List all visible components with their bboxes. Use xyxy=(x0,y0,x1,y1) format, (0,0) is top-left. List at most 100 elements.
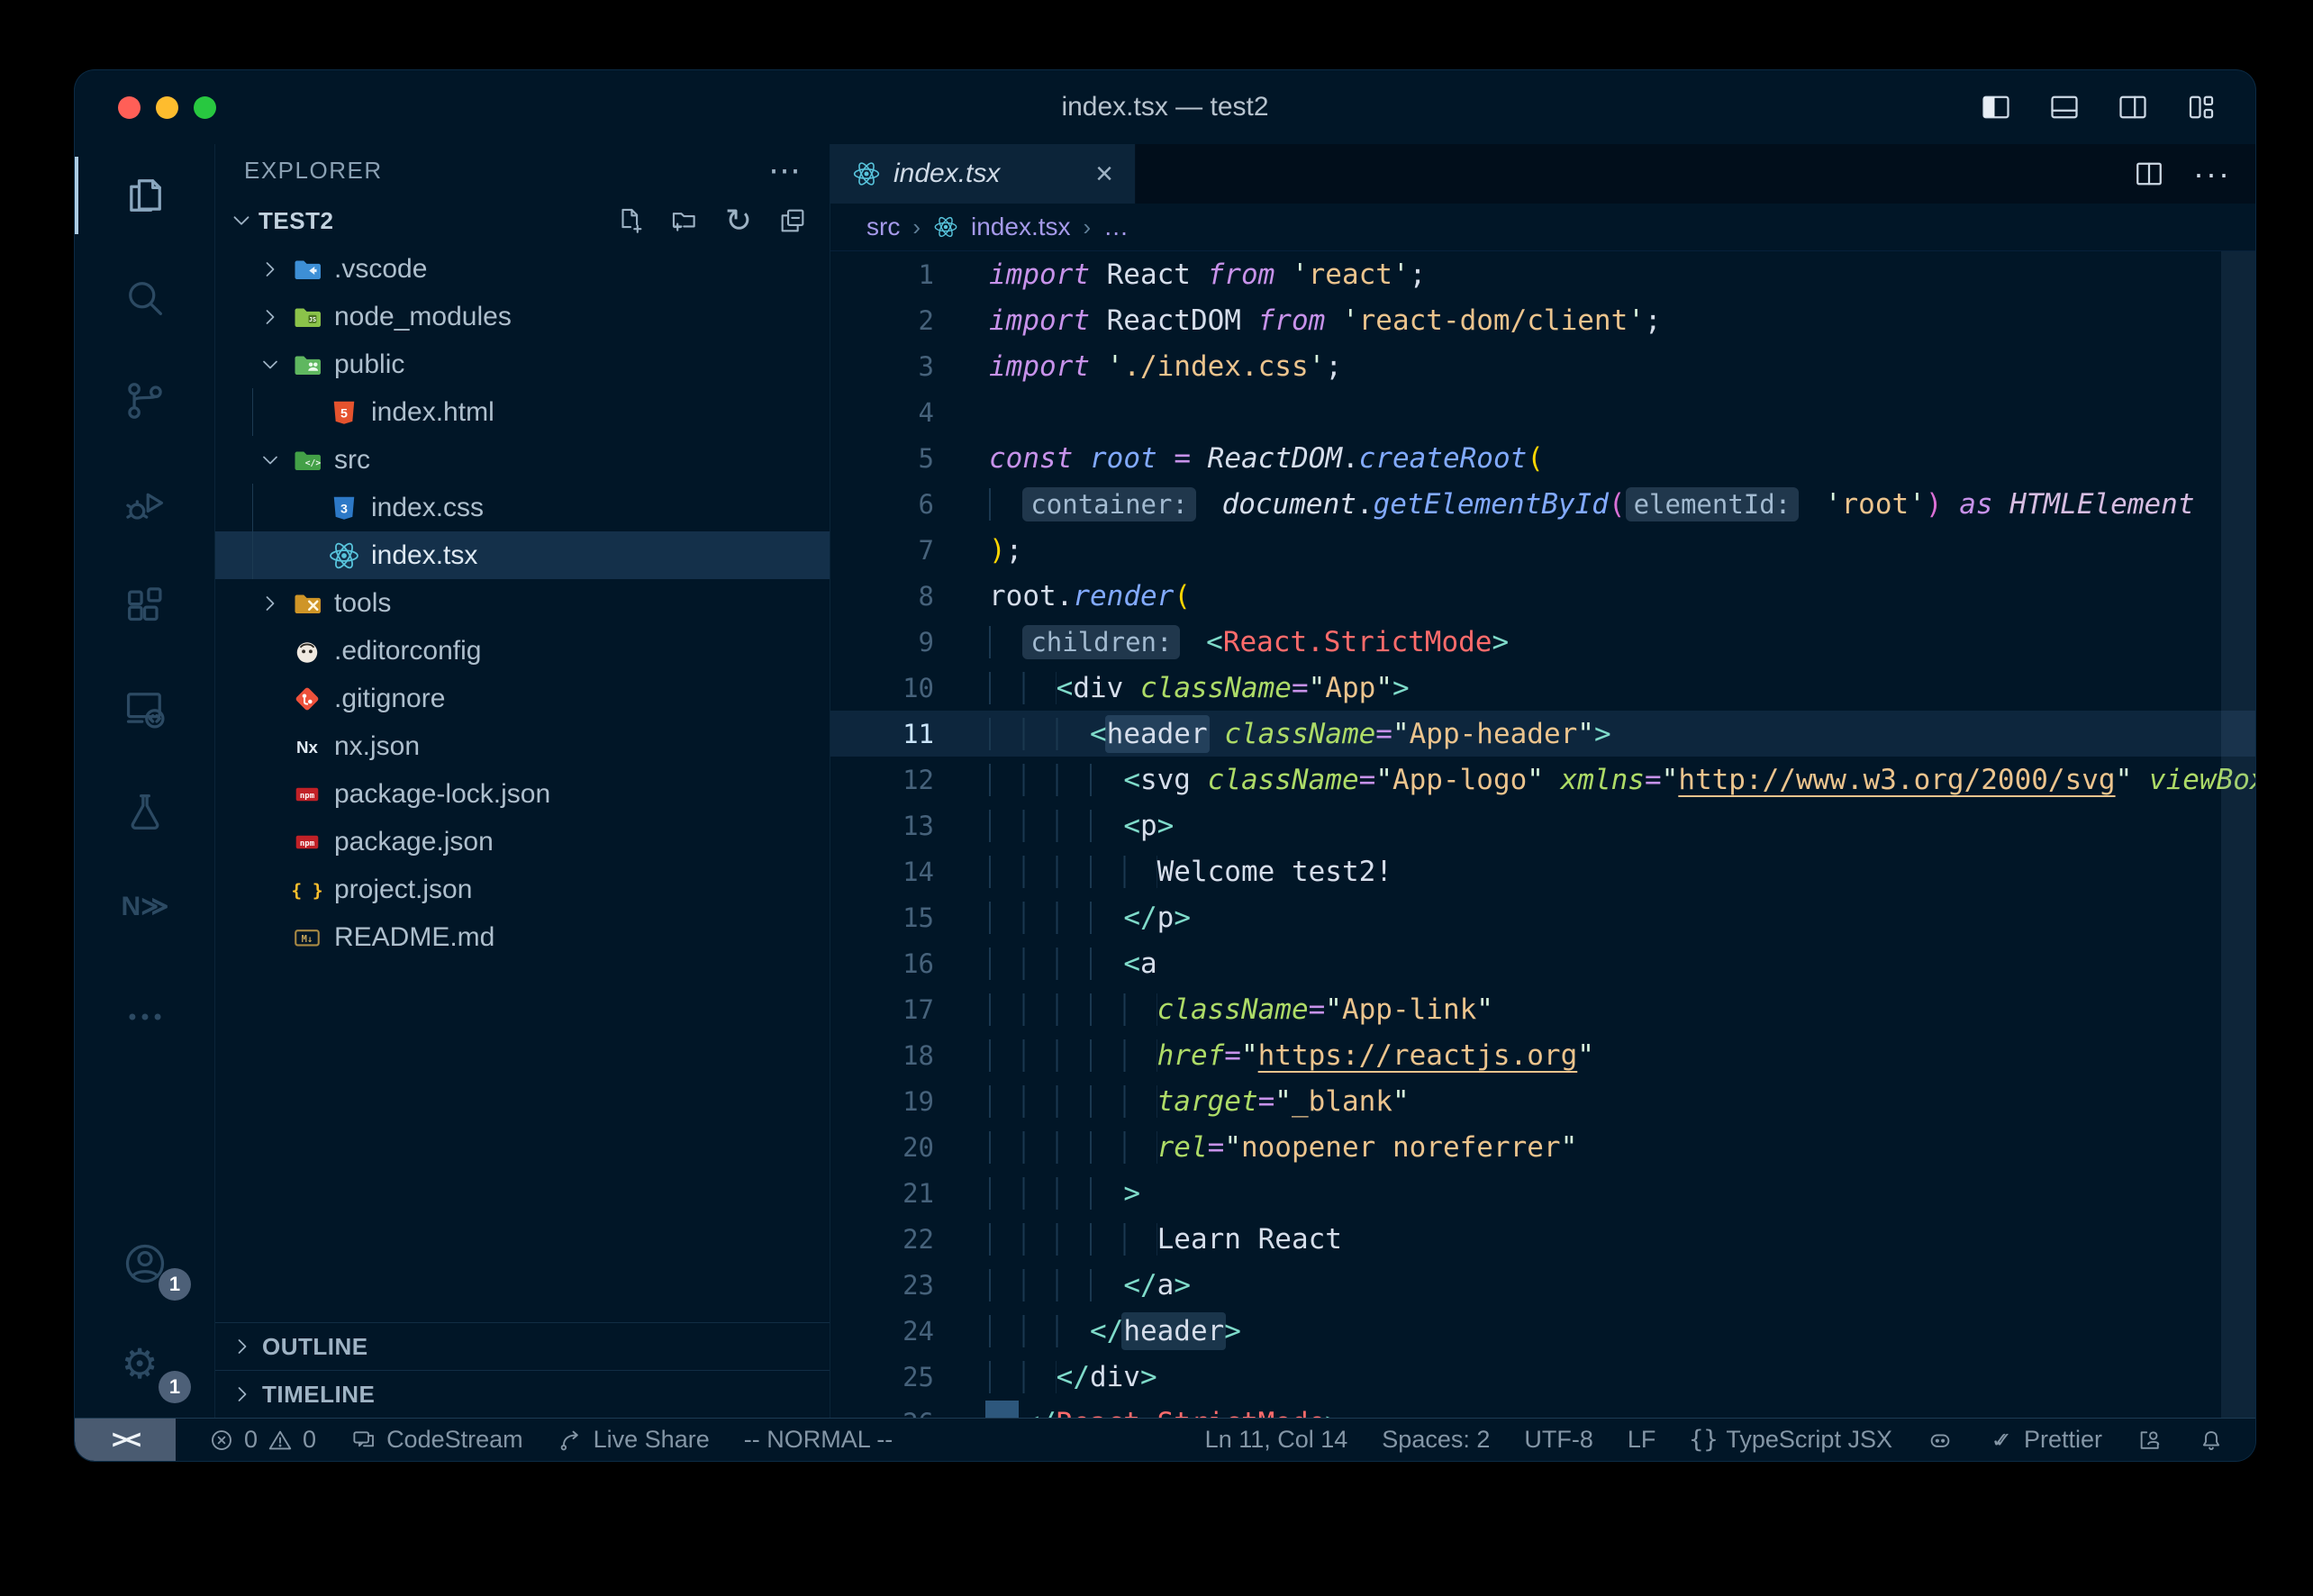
line-number: 4 xyxy=(830,397,934,428)
section-outline[interactable]: OUTLINE xyxy=(215,1322,830,1370)
activitybar-testing[interactable] xyxy=(75,760,214,863)
line-number: 21 xyxy=(830,1178,934,1209)
code-line-5[interactable]: 5const root = ReactDOM.createRoot( xyxy=(830,435,2255,481)
tree-item-node-modules[interactable]: JSnode_modules xyxy=(215,293,830,340)
collapse-all-icon[interactable] xyxy=(777,205,808,236)
activitybar-additional-views[interactable] xyxy=(75,966,214,1068)
remote-window-icon xyxy=(122,685,168,732)
tree-item--gitignore[interactable]: .gitignore xyxy=(215,675,830,722)
code-line-20[interactable]: 20 rel="noopener noreferrer" xyxy=(830,1124,2255,1170)
editor-scrollbar[interactable] xyxy=(2221,251,2255,1418)
line-number: 23 xyxy=(830,1270,934,1301)
code-line-24[interactable]: 24 </header> xyxy=(830,1308,2255,1354)
code-line-8[interactable]: 8root.render( xyxy=(830,573,2255,619)
line-number: 12 xyxy=(830,765,934,795)
breadcrumb-item[interactable]: src xyxy=(866,213,900,241)
code-line-26[interactable]: 26 </React.StrictMode> xyxy=(830,1400,2255,1418)
code-line-1[interactable]: 1import React from 'react'; xyxy=(830,251,2255,297)
toggle-panel-icon[interactable] xyxy=(2046,91,2082,123)
tree-item-nx-json[interactable]: Nxnx.json xyxy=(215,722,830,770)
titlebar[interactable]: index.tsx — test2 xyxy=(75,70,2255,144)
new-file-icon[interactable] xyxy=(615,205,646,236)
new-folder-icon[interactable] xyxy=(669,205,700,236)
status-encoding[interactable]: UTF-8 xyxy=(1524,1426,1593,1454)
status-vim-mode[interactable]: -- NORMAL -- xyxy=(744,1426,893,1454)
activitybar-extensions[interactable] xyxy=(75,555,214,657)
sidebar-more-icon[interactable]: ⋯ xyxy=(768,161,803,179)
code-line-25[interactable]: 25 </div> xyxy=(830,1354,2255,1400)
code-area[interactable]: 1import React from 'react';2import React… xyxy=(830,251,2255,1418)
status-copilot[interactable] xyxy=(1927,1427,1954,1454)
code-line-11[interactable]: 11 <header className="App-header"> xyxy=(830,711,2255,757)
tree-item-package-json[interactable]: npmpackage.json xyxy=(215,818,830,866)
code-line-10[interactable]: 10 <div className="App"> xyxy=(830,665,2255,711)
status-codestream[interactable]: CodeStream xyxy=(350,1426,523,1454)
activitybar-settings[interactable]: ⚙1 xyxy=(75,1315,214,1418)
activitybar-source-control[interactable] xyxy=(75,349,214,452)
code-text: </p> xyxy=(934,902,1191,934)
tree-item-readme-md[interactable]: M↓README.md xyxy=(215,913,830,961)
tree-item-index-tsx[interactable]: index.tsx xyxy=(215,531,830,579)
code-line-18[interactable]: 18 href="https://reactjs.org" xyxy=(830,1032,2255,1078)
code-line-23[interactable]: 23 </a> xyxy=(830,1262,2255,1308)
section-timeline[interactable]: TIMELINE xyxy=(215,1370,830,1418)
status-prettier[interactable]: ✓✓Prettier xyxy=(1988,1426,2102,1454)
status-cursor-position[interactable]: Ln 11, Col 14 xyxy=(1205,1426,1348,1454)
status-problems[interactable]: 00 xyxy=(208,1426,316,1454)
code-line-7[interactable]: 7); xyxy=(830,527,2255,573)
tree-item--vscode[interactable]: .vscode xyxy=(215,245,830,293)
code-line-17[interactable]: 17 className="App-link" xyxy=(830,986,2255,1032)
line-number: 11 xyxy=(830,719,934,749)
tree-item-tools[interactable]: tools xyxy=(215,579,830,627)
status-language-mode[interactable]: {}TypeScript JSX xyxy=(1690,1426,1892,1454)
code-line-6[interactable]: 6 container: document.getElementById(ele… xyxy=(830,481,2255,527)
split-editor-icon[interactable] xyxy=(2133,158,2165,190)
remote-indicator[interactable]: >< xyxy=(75,1419,176,1461)
tree-item-package-lock-json[interactable]: npmpackage-lock.json xyxy=(215,770,830,818)
status-indentation[interactable]: Spaces: 2 xyxy=(1382,1426,1490,1454)
breadcrumb-item[interactable]: index.tsx xyxy=(971,213,1071,241)
workspace-section-header[interactable]: TEST2 ↻ xyxy=(215,196,830,245)
code-line-12[interactable]: 12 <svg className="App-logo" xmlns="http… xyxy=(830,757,2255,803)
section-label: TIMELINE xyxy=(262,1381,375,1409)
code-line-15[interactable]: 15 </p> xyxy=(830,894,2255,940)
toggle-secondary-sidebar-icon[interactable] xyxy=(2115,91,2151,123)
code-line-16[interactable]: 16 <a xyxy=(830,940,2255,986)
tree-item-index-css[interactable]: 3index.css xyxy=(215,484,830,531)
code-line-14[interactable]: 14 Welcome test2! xyxy=(830,848,2255,894)
sidebar-bottom-sections: OUTLINE TIMELINE xyxy=(215,1322,830,1418)
react-icon xyxy=(852,159,881,188)
tab-index-tsx[interactable]: index.tsx × xyxy=(830,144,1136,204)
tree-item-index-html[interactable]: 5index.html xyxy=(215,388,830,436)
tree-item-public[interactable]: public xyxy=(215,340,830,388)
close-tab-icon[interactable]: × xyxy=(1095,159,1113,189)
status-live-share[interactable]: Live Share xyxy=(558,1426,710,1454)
code-line-2[interactable]: 2import ReactDOM from 'react-dom/client'… xyxy=(830,297,2255,343)
code-line-13[interactable]: 13 <p> xyxy=(830,803,2255,848)
code-line-21[interactable]: 21 > xyxy=(830,1170,2255,1216)
status-feedback[interactable] xyxy=(2136,1427,2163,1454)
editor-more-icon[interactable]: ··· xyxy=(2196,158,2228,190)
refresh-icon[interactable]: ↻ xyxy=(723,205,754,236)
breadcrumb-item[interactable]: … xyxy=(1103,213,1129,241)
activitybar-nx-console[interactable]: N≫ xyxy=(75,863,214,966)
code-line-22[interactable]: 22 Learn React xyxy=(830,1216,2255,1262)
editorconfig-icon xyxy=(291,635,323,667)
code-line-3[interactable]: 3import './index.css'; xyxy=(830,343,2255,389)
code-line-9[interactable]: 9 children: <React.StrictMode> xyxy=(830,619,2255,665)
activitybar-remote-explorer[interactable] xyxy=(75,657,214,760)
activitybar-explorer[interactable] xyxy=(75,144,214,247)
code-line-19[interactable]: 19 target="_blank" xyxy=(830,1078,2255,1124)
activitybar-search[interactable] xyxy=(75,247,214,349)
toggle-primary-sidebar-icon[interactable] xyxy=(1978,91,2014,123)
tree-item-src[interactable]: </>src xyxy=(215,436,830,484)
status-eol[interactable]: LF xyxy=(1628,1426,1656,1454)
status-notifications[interactable] xyxy=(2198,1427,2225,1454)
customize-layout-icon[interactable] xyxy=(2183,91,2219,123)
activitybar-run-and-debug[interactable] xyxy=(75,452,214,555)
activitybar-accounts[interactable]: 1 xyxy=(75,1212,214,1315)
status-label: UTF-8 xyxy=(1524,1426,1593,1454)
code-line-4[interactable]: 4 xyxy=(830,389,2255,435)
tree-item-project-json[interactable]: { }project.json xyxy=(215,866,830,913)
tree-item--editorconfig[interactable]: .editorconfig xyxy=(215,627,830,675)
